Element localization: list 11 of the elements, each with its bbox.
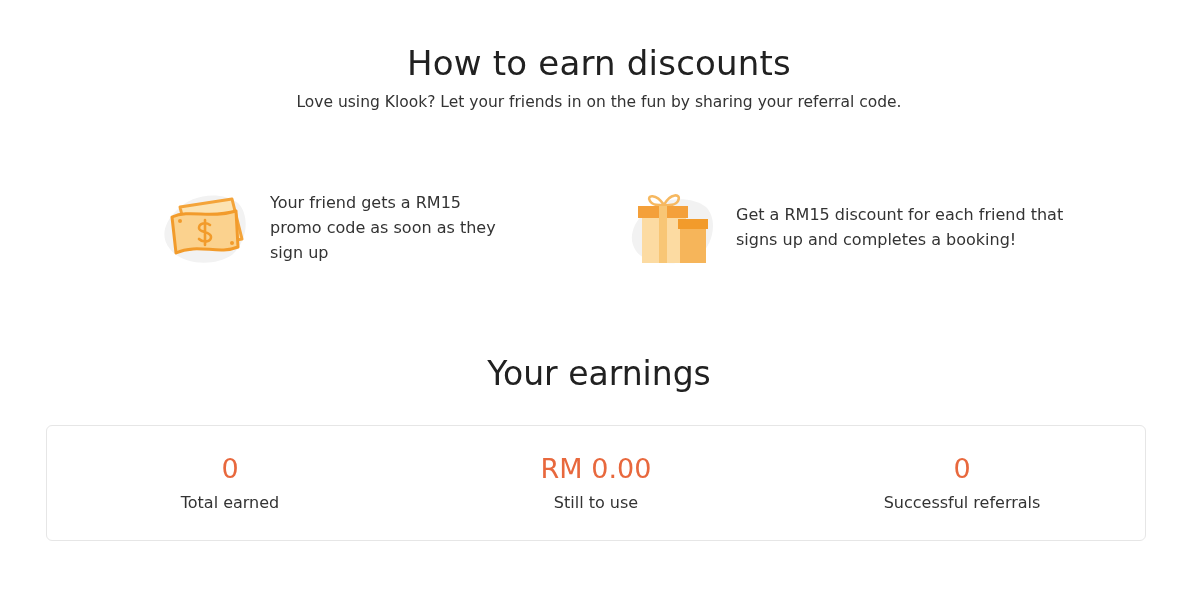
stat-label: Total earned (180, 492, 280, 514)
stat-value: RM 0.00 (540, 452, 652, 486)
page-heading: How to earn discounts (407, 42, 791, 84)
step-description: Get a RM15 discount for each friend that signs up and completes a booking! (736, 204, 1065, 251)
stat-label: Still to use (553, 492, 639, 514)
step-description: Your friend gets a RM15 promo code as soon as they sign up (270, 191, 497, 264)
stat-value: 0 (953, 452, 971, 486)
stat-value: 0 (221, 452, 239, 486)
intro-text: Love using Klook? Let your friends in on the fun by sharing your referral code. (296, 92, 902, 113)
section-heading: Your earnings (487, 353, 711, 395)
stat-label: Successful referrals (883, 492, 1041, 514)
